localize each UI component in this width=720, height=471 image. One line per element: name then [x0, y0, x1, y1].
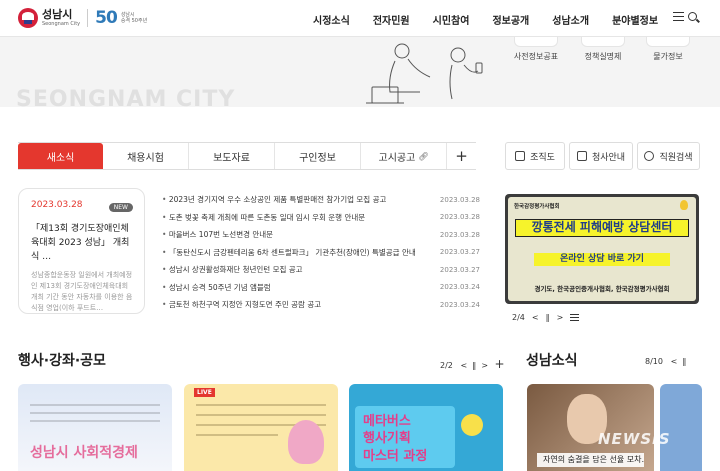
banner-controls: 2/4 < ‖ > — [512, 313, 580, 322]
list-item[interactable]: 성남시 상권활성화재단 청년인턴 모집 공고2023.03.27 — [162, 261, 480, 279]
quick-link-pre-disclosure[interactable]: 사전정보공표 — [506, 37, 566, 64]
banner-cta: 온라인 상담 바로 가기 — [534, 253, 670, 266]
list-item[interactable]: 마을버스 107번 노선변경 안내문2023.03.28 — [162, 226, 480, 244]
list-icon[interactable] — [570, 314, 580, 321]
tab-job-info[interactable]: 구인정보 — [275, 143, 361, 169]
org-chart-button[interactable]: 조직도 — [505, 142, 565, 170]
new-badge: NEW — [108, 203, 133, 212]
next-icon[interactable]: > — [557, 313, 564, 322]
event-card[interactable]: LIVE — [184, 384, 338, 471]
seongnam-news-card[interactable] — [660, 384, 702, 471]
nav-item[interactable]: 시민참여 — [433, 12, 470, 27]
office-guide-button[interactable]: 청사안내 — [569, 142, 633, 170]
news-tabs: 새소식 채용시험 보도자료 구인정보 고시공고 🔗︎ + — [18, 142, 476, 170]
staff-search-button[interactable]: 직원검색 — [637, 142, 700, 170]
lightbulb-icon — [680, 200, 688, 210]
banner-headline: 깡통전세 피해예방 상담센터 — [515, 219, 689, 237]
quick-link-price-info[interactable]: 물가정보 — [638, 37, 698, 64]
main-nav: 시정소식 전자민원 시민참여 정보공개 성남소개 분야별정보 — [313, 12, 681, 27]
banner-pager: 2/4 — [512, 313, 525, 322]
pause-icon[interactable]: ‖ — [546, 313, 550, 322]
featured-description: 성남종합운동장 일원에서 개최예정인 제13회 경기도장애인체육대회 개최 기간… — [31, 271, 133, 312]
anniversary-text: 성남시 승격 50주년 — [120, 12, 148, 24]
person-search-icon — [644, 151, 655, 161]
featured-title: 「제13회 경기도장애인체육대회 2023 성남」 개최식 … — [31, 224, 130, 262]
anniversary-50-mark: 50 — [95, 8, 118, 28]
pause-icon[interactable]: ‖ — [680, 357, 686, 366]
org-chart-icon — [515, 151, 526, 161]
banner-partners: 경기도, 한국공인중개사협회, 한국감정평가사협회 — [534, 285, 670, 293]
site-logo[interactable]: 성남시 Seongnam City 50 성남시 승격 50주년 — [18, 8, 147, 28]
list-item[interactable]: 「동탄신도시 금강펜테리움 6차 센트럴파크」 기관추천(장애인) 특별공급 안… — [162, 244, 480, 262]
mascot-image — [288, 420, 324, 464]
nav-item[interactable]: 성남소개 — [552, 12, 589, 27]
list-item[interactable]: 2023년 경기지역 우수 소상공인 제품 특별판매전 참가기업 모집 공고20… — [162, 191, 480, 209]
seongnam-news-card[interactable]: 자연의 숨결을 담은 선율 모차… — [527, 384, 654, 471]
tab-notice[interactable]: 고시공고 🔗︎ — [361, 143, 447, 169]
nav-item[interactable]: 전자민원 — [373, 12, 410, 27]
badge-circle — [461, 414, 483, 436]
next-icon[interactable]: > — [479, 361, 488, 370]
prev-icon[interactable]: < — [532, 313, 539, 322]
events-controls: 2/2 < ‖ > + — [440, 357, 505, 371]
building-icon — [576, 151, 587, 161]
logo-divider — [87, 9, 89, 27]
menu-search-button[interactable] — [673, 12, 697, 21]
seongnam-news-pager: 8/10 — [645, 357, 663, 366]
tab-press-release[interactable]: 보도자료 — [189, 143, 275, 169]
external-link-icon: 🔗︎ — [418, 151, 429, 161]
promo-banner[interactable]: 한국감정평가사협회 깡통전세 피해예방 상담센터 온라인 상담 바로 가기 경기… — [505, 194, 699, 304]
news-list: 2023년 경기지역 우수 소상공인 제품 특별판매전 참가기업 모집 공고20… — [162, 191, 480, 314]
event-card[interactable]: 메타버스 행사기획 마스터 과정 — [349, 384, 503, 471]
more-button[interactable]: + — [491, 357, 504, 371]
events-section-title: 행사·강좌·공모 — [18, 353, 106, 369]
nav-item[interactable]: 분야별정보 — [612, 12, 658, 27]
seongnam-news-title: 성남소식 — [526, 353, 578, 369]
search-icon — [688, 12, 697, 21]
more-button[interactable]: + — [447, 143, 476, 169]
list-item[interactable]: 금토천 하천구역 지정안 지형도면 주민 공람 공고2023.03.24 — [162, 296, 480, 314]
nav-item[interactable]: 정보공개 — [492, 12, 529, 27]
events-pager: 2/2 — [440, 361, 453, 370]
hero-illustration — [366, 43, 483, 104]
list-item[interactable]: 도촌 벚꽃 축제 개최에 따른 도촌동 일대 임시 우회 운행 안내문2023.… — [162, 209, 480, 227]
hamburger-icon — [673, 12, 684, 21]
pause-icon[interactable]: ‖ — [470, 361, 476, 370]
logo-korean: 성남시 — [42, 8, 73, 21]
seongnam-emblem-icon — [18, 8, 38, 28]
logo-english: Seongnam City — [42, 21, 81, 27]
site-header: 성남시 Seongnam City 50 성남시 승격 50주년 시정소식 전자… — [0, 0, 720, 37]
prev-icon[interactable]: < — [666, 357, 678, 366]
tab-news[interactable]: 새소식 — [18, 143, 103, 169]
news-caption: 자연의 숨결을 담은 선율 모차… — [537, 453, 644, 467]
banner-org: 한국감정평가사협회 — [514, 204, 560, 210]
quick-link-policy-realname[interactable]: 정책실명제 — [573, 37, 633, 64]
seongnam-news-controls: 8/10 < ‖ — [645, 357, 686, 366]
tab-recruitment-exam[interactable]: 채용시험 — [103, 143, 189, 169]
list-item[interactable]: 성남시 승격 50주년 기념 앰블럼2023.03.24 — [162, 279, 480, 297]
nav-item[interactable]: 시정소식 — [313, 12, 350, 27]
featured-news-card[interactable]: 2023.03.28 NEW 「제13회 경기도장애인체육대회 2023 성남」… — [18, 188, 145, 314]
hero-city-title: SEONGNAM CITY — [16, 87, 236, 107]
newsis-watermark: NEWSIS — [598, 430, 671, 448]
event-card[interactable]: 성남시 사회적경제 — [18, 384, 172, 471]
prev-icon[interactable]: < — [455, 361, 468, 370]
